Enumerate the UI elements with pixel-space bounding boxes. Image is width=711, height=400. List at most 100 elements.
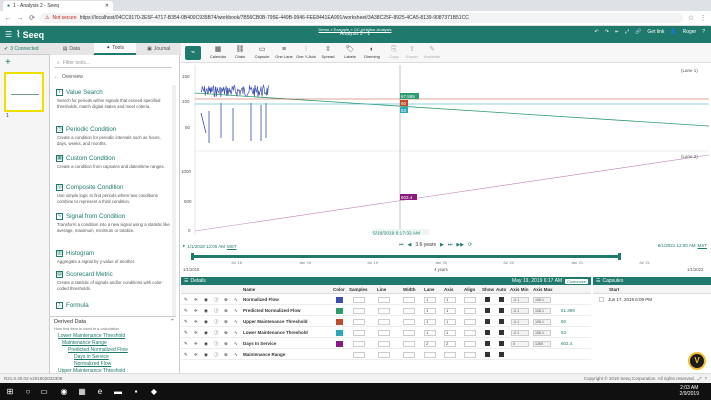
edit-icon[interactable]: ✎ bbox=[184, 341, 188, 347]
color-swatch[interactable] bbox=[336, 341, 343, 347]
remove-icon[interactable]: ⊗ bbox=[224, 308, 228, 314]
annotate-button[interactable]: ✎ Annotate bbox=[421, 46, 443, 59]
add-worksheet-icon[interactable]: + bbox=[5, 57, 11, 68]
line-select[interactable] bbox=[378, 341, 390, 347]
pin-icon[interactable]: ✈ bbox=[194, 319, 198, 325]
close-tab-icon[interactable]: ✕ bbox=[105, 3, 109, 9]
pin-icon[interactable]: ✈ bbox=[194, 297, 198, 303]
undo-icon[interactable]: ↶ bbox=[595, 29, 599, 35]
derived-item[interactable]: Predicted Normalized Flow bbox=[68, 347, 128, 353]
series-name[interactable]: Maintenance Range bbox=[243, 352, 285, 357]
show-checkbox[interactable] bbox=[485, 319, 490, 324]
show-checkbox[interactable] bbox=[485, 297, 490, 302]
normalized-flow-series[interactable] bbox=[200, 84, 270, 98]
auto-checkbox[interactable] bbox=[499, 352, 504, 357]
trend-view-button[interactable]: ⌁ bbox=[185, 46, 201, 60]
edit-icon[interactable]: ✎ bbox=[184, 297, 188, 303]
range-selection[interactable] bbox=[191, 255, 621, 258]
user-name[interactable]: Roger bbox=[683, 29, 697, 35]
range-label[interactable]: 3.6 years bbox=[415, 242, 436, 248]
remove-icon[interactable]: ⊗ bbox=[224, 330, 228, 336]
show-checkbox[interactable] bbox=[485, 330, 490, 335]
folder-icon[interactable]: ▬ bbox=[112, 386, 124, 397]
table-row[interactable]: ✎ ✈ ◉ ⓘ ⊗ ∿ Predicted Normalized Flow 1 1 -0.1 108… bbox=[181, 306, 591, 316]
lane-select[interactable]: 1 bbox=[424, 319, 436, 325]
labels-button[interactable]: 🏷 Labels bbox=[339, 46, 361, 59]
browser-tab[interactable]: ● 1 - Analysis 2 - Seeq ✕ bbox=[3, 1, 113, 11]
auto-checkbox[interactable] bbox=[499, 308, 504, 313]
show-checkbox[interactable] bbox=[485, 352, 490, 357]
play-icon[interactable]: ▶ bbox=[440, 242, 444, 248]
tool-composite-condition[interactable]: ◎ Composite Condition Use simple logic to… bbox=[56, 184, 170, 205]
reload-icon[interactable]: ⟳ bbox=[28, 14, 36, 22]
capsule-row[interactable]: Jun 17, 2019 6:09 PM bbox=[593, 295, 711, 304]
remove-icon[interactable]: ⊗ bbox=[224, 352, 228, 358]
samples-select[interactable] bbox=[353, 308, 365, 314]
samples-select[interactable] bbox=[353, 319, 365, 325]
remove-icon[interactable]: ⊗ bbox=[224, 341, 228, 347]
windows-start-icon[interactable]: ⊞ bbox=[4, 386, 16, 397]
help-icon[interactable]: ? bbox=[704, 376, 707, 381]
axis-min-field[interactable]: -0.1 bbox=[511, 297, 529, 303]
axis-select[interactable]: 1 bbox=[444, 297, 456, 303]
color-swatch[interactable] bbox=[336, 330, 343, 336]
lane-select[interactable]: 1 bbox=[424, 330, 436, 336]
width-select[interactable] bbox=[403, 352, 415, 358]
show-checkbox[interactable] bbox=[485, 308, 490, 313]
info-icon[interactable]: ⓘ bbox=[214, 341, 219, 347]
tab-journal[interactable]: ▣ Journal bbox=[137, 43, 181, 55]
visibility-icon[interactable]: ◉ bbox=[204, 330, 208, 336]
col-start[interactable]: Start bbox=[609, 287, 619, 292]
task-view-icon[interactable]: ▭ bbox=[38, 386, 50, 397]
edit-icon[interactable]: ✎ bbox=[184, 330, 188, 336]
edge-icon[interactable]: e bbox=[94, 386, 106, 397]
info-icon[interactable]: ⓘ bbox=[214, 297, 219, 303]
axis-max-field[interactable]: 108.1 bbox=[533, 319, 551, 325]
series-name[interactable]: Normalized Flow bbox=[243, 297, 279, 302]
tool-formula[interactable]: ƒ Formula bbox=[56, 302, 170, 309]
line-select[interactable] bbox=[378, 352, 390, 358]
step-back-icon[interactable]: ⏮ bbox=[399, 242, 404, 248]
tool-custom-condition[interactable]: ▦ Custom Condition Create a condition fro… bbox=[56, 155, 170, 170]
samples-select[interactable] bbox=[353, 297, 365, 303]
explorer-icon[interactable]: ▦ bbox=[76, 386, 88, 397]
url-input[interactable]: ⚠ Not secure https://localhost/04CC9170-… bbox=[40, 13, 683, 23]
axis-min-field[interactable]: -0.1 bbox=[511, 330, 529, 336]
axis-max-field[interactable]: 1260 bbox=[533, 341, 551, 347]
pin-icon[interactable]: ✈ bbox=[194, 341, 198, 347]
connection-status[interactable]: ✔ 3 Connected bbox=[4, 46, 39, 52]
align-select[interactable] bbox=[464, 330, 476, 336]
series-name[interactable]: Upper Maintenance Threshold bbox=[243, 319, 308, 324]
lane-select[interactable] bbox=[424, 352, 436, 358]
info-icon[interactable]: ⓘ bbox=[214, 352, 219, 358]
star-icon[interactable]: ☆ bbox=[687, 14, 695, 22]
series-name[interactable]: Predicted Normalized Flow bbox=[243, 308, 301, 313]
days-in-service-series[interactable] bbox=[194, 154, 710, 232]
tool-value-search[interactable]: ⌇ Value Search Search for periods within … bbox=[56, 89, 170, 110]
align-select[interactable] bbox=[464, 297, 476, 303]
line-select[interactable] bbox=[378, 297, 390, 303]
lane-select[interactable]: 1 bbox=[424, 308, 436, 314]
tab-data[interactable]: ▤ Data bbox=[50, 43, 93, 55]
expand-icon[interactable]: ⤢ bbox=[698, 376, 702, 381]
axis-max-field[interactable]: 108.1 bbox=[533, 297, 551, 303]
axis-min-field[interactable]: 0 bbox=[511, 341, 529, 347]
help-icon[interactable]: ? bbox=[702, 29, 705, 35]
axis-select[interactable]: 2 bbox=[444, 341, 456, 347]
capsule-checkbox[interactable] bbox=[599, 297, 604, 302]
width-select[interactable] bbox=[403, 308, 415, 314]
axis-select[interactable]: 1 bbox=[444, 330, 456, 336]
menu-dots-icon[interactable]: ⋮ bbox=[699, 14, 707, 22]
forward-icon[interactable]: → bbox=[16, 15, 24, 22]
samples-select[interactable] bbox=[353, 330, 365, 336]
tool-signal-from-condition[interactable]: ∿ Signal from Condition Transform a condi… bbox=[56, 213, 170, 234]
derived-item[interactable]: Lower Maintenance Threshold bbox=[58, 333, 125, 339]
refresh-icon[interactable]: ⟳ bbox=[468, 242, 472, 248]
visibility-icon[interactable]: ◉ bbox=[204, 341, 208, 347]
axis-select[interactable] bbox=[444, 352, 456, 358]
visibility-icon[interactable]: ◉ bbox=[204, 297, 208, 303]
worksheet-thumbnail[interactable] bbox=[4, 72, 44, 112]
filter-tools-input[interactable]: ⌕ Filter tools... bbox=[54, 59, 172, 68]
edit-icon[interactable]: ✎ bbox=[184, 308, 188, 314]
tool-periodic-condition[interactable]: ◷ Periodic Condition Create a condition f… bbox=[56, 126, 170, 147]
